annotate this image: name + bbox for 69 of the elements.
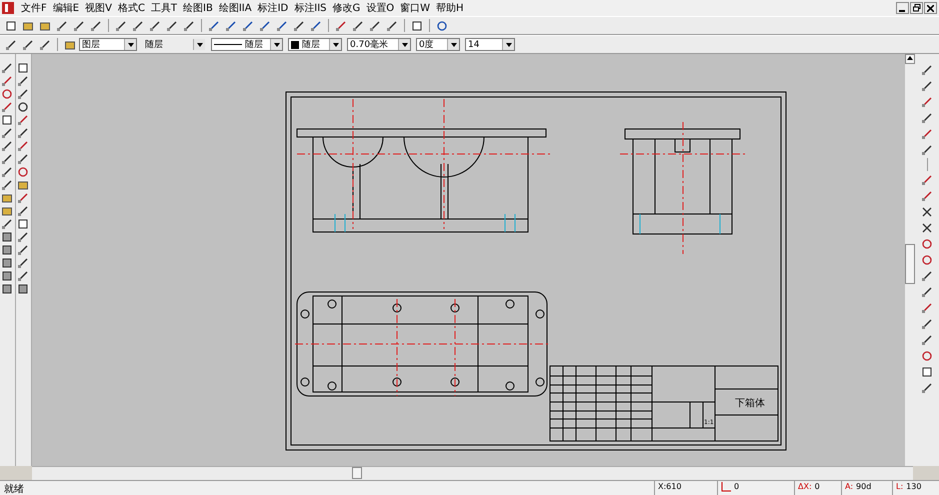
menu-item[interactable]: 窗口W — [397, 1, 434, 15]
ortho-value: 0 — [734, 482, 740, 493]
angle-value: 90d — [856, 482, 872, 493]
angle-label: A: — [845, 482, 854, 493]
menu-item[interactable]: 文件F — [18, 1, 50, 15]
minimize-button[interactable] — [896, 2, 909, 14]
scroll-thumb[interactable] — [352, 467, 362, 479]
close-icon — [927, 4, 934, 12]
dropdown-field[interactable]: 随层 — [142, 38, 206, 51]
line-icon — [921, 302, 933, 314]
line-icon — [921, 174, 933, 186]
line-icon — [1, 75, 13, 87]
dropdown-field[interactable]: 随层 — [288, 38, 342, 51]
rectangle-icon — [1, 114, 13, 126]
dropdown-field[interactable]: 图层 — [79, 38, 137, 51]
circle-icon — [921, 254, 933, 266]
menu-item[interactable]: 帮助H — [433, 1, 467, 15]
x-coordinate: X:610 — [658, 482, 682, 493]
tool-button[interactable] — [0, 114, 14, 126]
restore-icon — [912, 4, 920, 12]
menu-item[interactable]: 绘图IIA — [216, 1, 255, 15]
dropdown-arrow-icon — [332, 42, 338, 46]
circle-icon — [1, 88, 13, 100]
dropdown-arrow-icon — [274, 42, 280, 46]
rectangle-icon — [17, 62, 29, 74]
menu-item[interactable]: 绘图IB — [180, 1, 216, 15]
tool-button[interactable] — [16, 62, 30, 74]
dropdown-field[interactable]: 0.70毫米 — [347, 38, 411, 51]
menu-item[interactable]: 标注ID — [254, 1, 292, 15]
cross-icon — [921, 222, 933, 234]
dropdown-field[interactable]: 0度 — [416, 38, 460, 51]
dropdown-arrow-icon — [450, 42, 456, 46]
menu-item[interactable]: 设置O — [363, 1, 398, 15]
dropdown-arrow-icon — [402, 42, 408, 46]
part-name-text: 下箱体 — [735, 398, 765, 409]
dropdown-arrow-icon — [196, 42, 202, 46]
tool-button[interactable] — [16, 218, 30, 230]
dropdown-arrow-icon — [506, 42, 512, 46]
menu-item[interactable]: 标注IIS — [291, 1, 330, 15]
scroll-up-button[interactable] — [905, 54, 915, 64]
line-icon — [921, 190, 933, 202]
dx-value: 0 — [814, 482, 820, 493]
status-message: 就绪 — [3, 482, 25, 495]
restore-button[interactable] — [910, 2, 923, 14]
menu-item[interactable]: 工具T — [148, 1, 180, 15]
ortho-icon — [721, 482, 731, 492]
scroll-thumb[interactable] — [905, 244, 915, 284]
circle-icon — [921, 238, 933, 250]
new-file-icon — [5, 20, 17, 32]
dropdown-field[interactable]: 随层 — [211, 38, 283, 51]
dropdown-arrow-icon — [128, 42, 134, 46]
circle-icon — [17, 166, 29, 178]
rectangle-icon — [17, 218, 29, 230]
app-logo-icon — [2, 2, 14, 14]
menu-item[interactable]: 视图V — [82, 1, 115, 15]
menu-item[interactable]: 格式C — [114, 1, 148, 15]
circle-icon — [921, 350, 933, 362]
menu-item[interactable]: 编辑E — [50, 1, 82, 15]
line-icon — [335, 20, 347, 32]
up-arrow-icon — [907, 56, 913, 60]
square-icon — [921, 366, 933, 378]
document-icon — [411, 20, 423, 32]
menu-item[interactable]: 修改G — [330, 1, 364, 15]
dropdown-field[interactable]: 14 — [465, 38, 515, 51]
length-label: L: — [896, 482, 904, 493]
dx-label: ΔX: — [798, 482, 812, 493]
cross-icon — [921, 206, 933, 218]
length-value: 130 — [906, 482, 922, 493]
close-button[interactable] — [924, 2, 937, 14]
